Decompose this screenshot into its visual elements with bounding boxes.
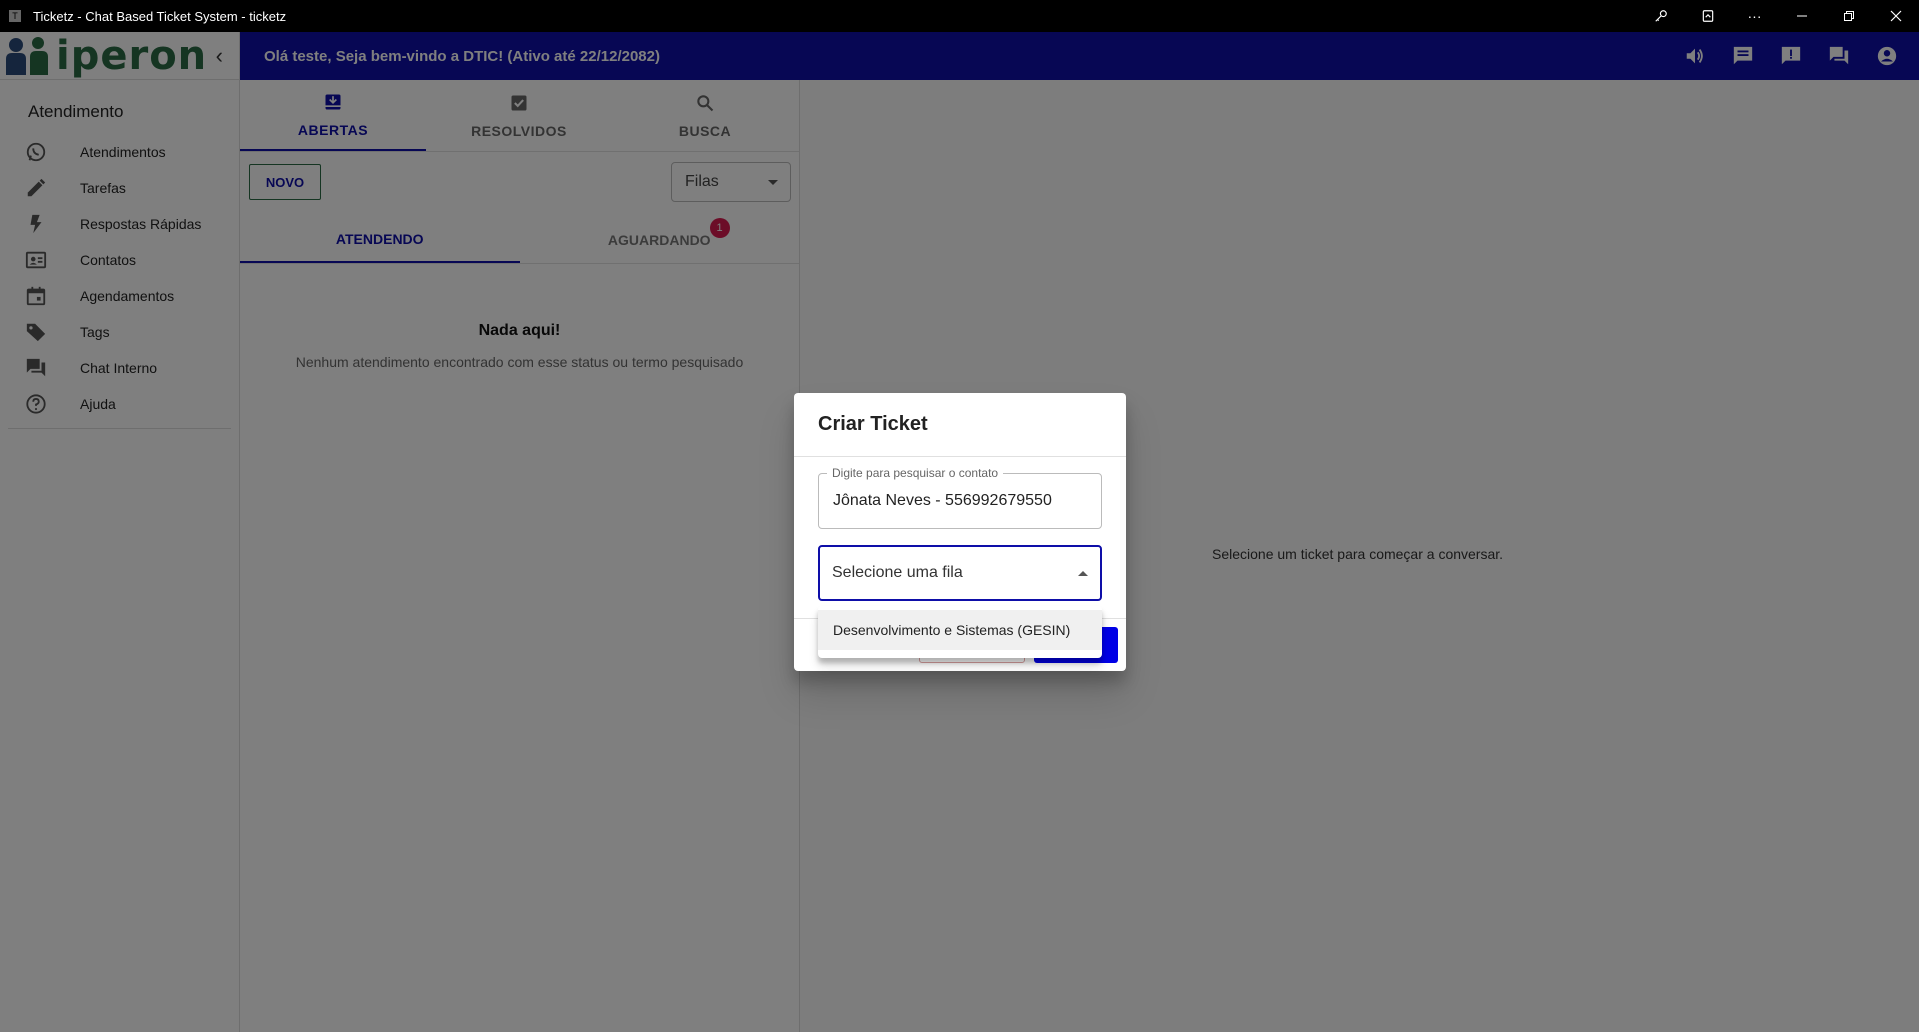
restore-button[interactable] bbox=[1825, 0, 1872, 32]
key-icon[interactable] bbox=[1637, 0, 1684, 32]
caret-up-icon bbox=[1078, 571, 1088, 576]
window-title-bar: T Ticketz - Chat Based Ticket System - t… bbox=[0, 0, 1919, 32]
queue-select[interactable]: Selecione uma fila bbox=[818, 545, 1102, 601]
queue-options-menu: Desenvolvimento e Sistemas (GESIN) bbox=[818, 606, 1102, 658]
more-options-icon[interactable]: ··· bbox=[1731, 0, 1778, 32]
contact-search-input[interactable]: Digite para pesquisar o contato Jônata N… bbox=[818, 466, 1102, 529]
minimize-button[interactable] bbox=[1778, 0, 1825, 32]
queue-select-placeholder: Selecione uma fila bbox=[832, 564, 963, 581]
close-button[interactable] bbox=[1872, 0, 1919, 32]
queue-option[interactable]: Desenvolvimento e Sistemas (GESIN) bbox=[818, 610, 1102, 650]
app-icon: T bbox=[9, 10, 21, 22]
contact-search-value: Jônata Neves - 556992679550 bbox=[833, 492, 1052, 509]
dialog-title: Criar Ticket bbox=[794, 393, 1126, 457]
cast-icon[interactable] bbox=[1684, 0, 1731, 32]
window-title: Ticketz - Chat Based Ticket System - tic… bbox=[33, 8, 287, 24]
contact-search-label: Digite para pesquisar o contato bbox=[827, 466, 1004, 480]
